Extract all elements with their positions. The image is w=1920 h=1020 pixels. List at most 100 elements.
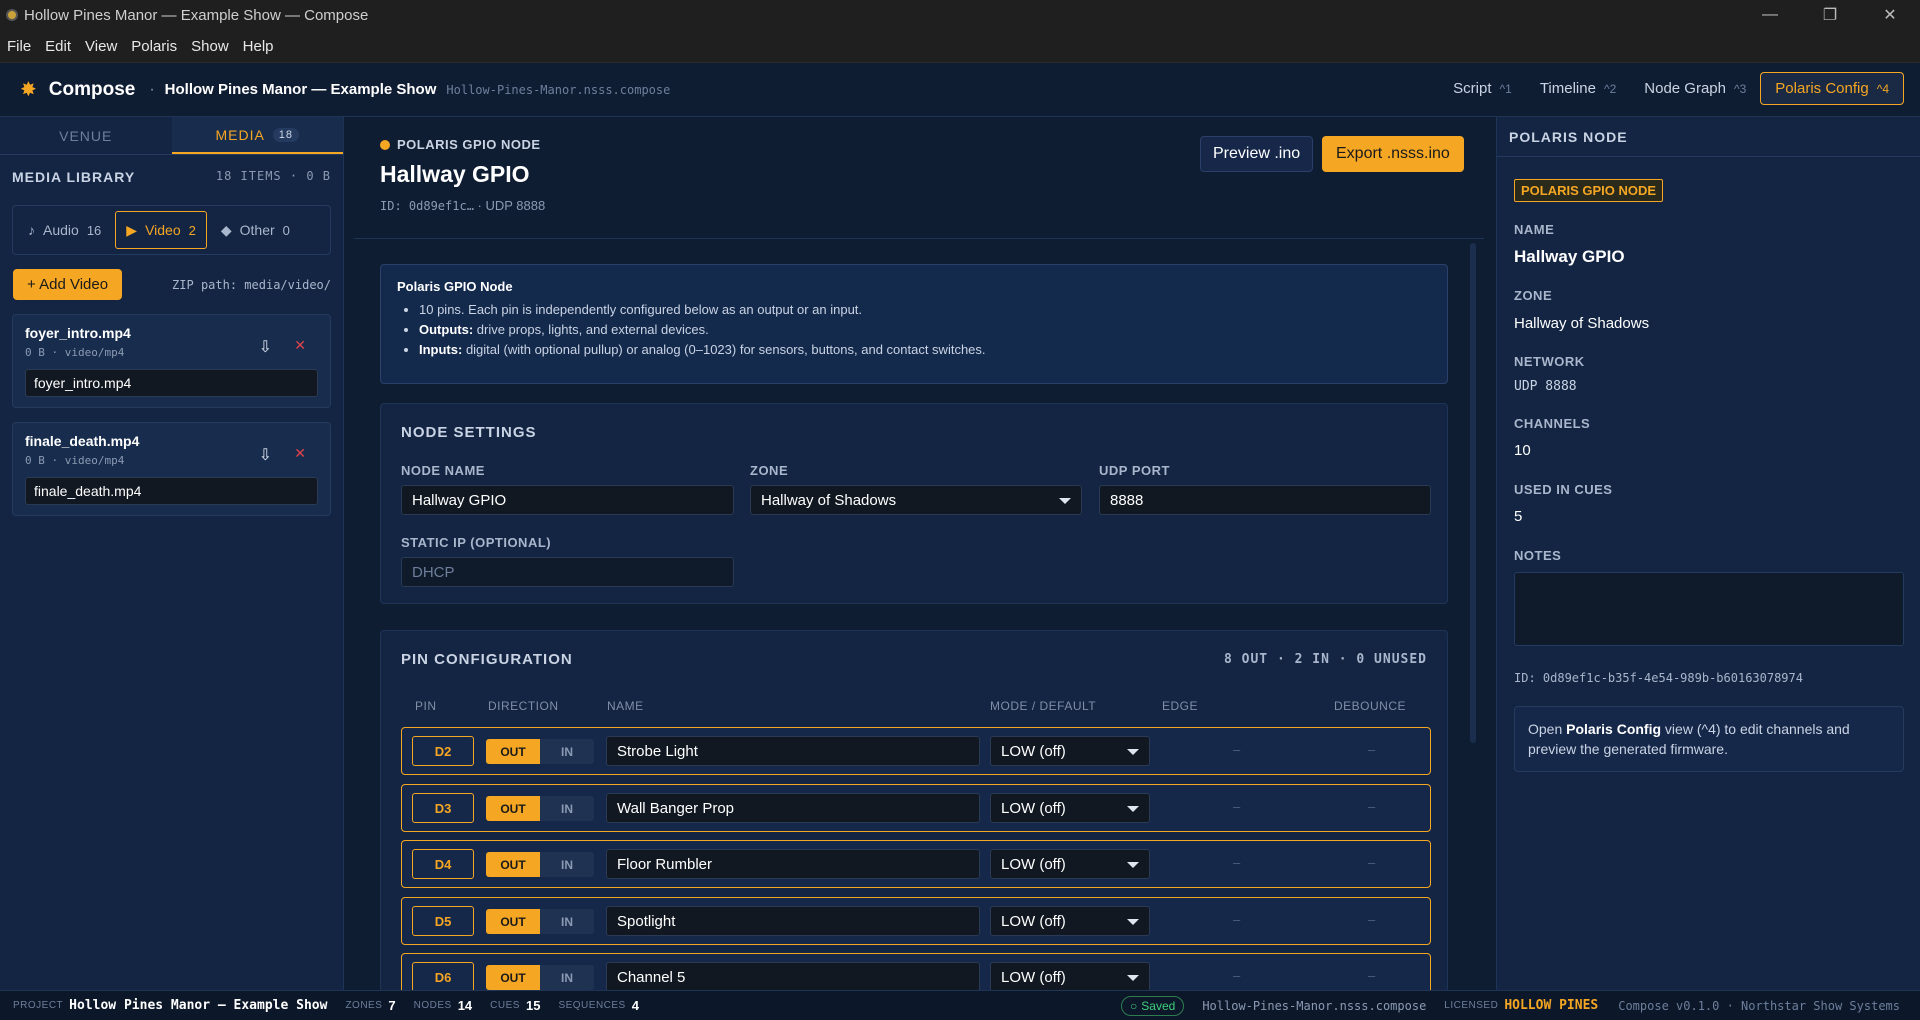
direction-out-button[interactable]: OUT: [486, 796, 540, 821]
node-id-line: ID: 0d89ef1c… · UDP 8888: [380, 198, 545, 213]
inspector-title: POLARIS NODE: [1497, 117, 1920, 157]
field-label: NETWORK: [1514, 354, 1585, 369]
download-icon[interactable]: ⇩: [259, 445, 272, 465]
direction-out-button[interactable]: OUT: [486, 965, 540, 990]
direction-in-button[interactable]: IN: [540, 852, 594, 877]
export-button[interactable]: Export .nsss.ino: [1322, 136, 1464, 172]
node-udp: · UDP 8888: [477, 198, 546, 213]
debounce-value: –: [1368, 799, 1376, 814]
tab-venue[interactable]: VENUE: [0, 117, 172, 154]
play-icon: ▶: [126, 221, 138, 238]
menu-polaris[interactable]: Polaris: [124, 38, 184, 55]
menu-view[interactable]: View: [78, 38, 124, 55]
pin-row: D2 OUT IN Strobe Light LOW (off) – –: [401, 727, 1431, 775]
tab-media[interactable]: MEDIA 18: [171, 117, 343, 154]
menu-help[interactable]: Help: [236, 38, 281, 55]
panel-title: PIN CONFIGURATION: [401, 651, 573, 668]
tab-script[interactable]: Script ^1: [1439, 73, 1526, 104]
menu-file[interactable]: File: [0, 38, 38, 55]
pin-id: D4: [412, 849, 474, 879]
field-label: CHANNELS: [1514, 416, 1591, 431]
pin-mode-value: LOW (off): [1001, 912, 1066, 930]
window-controls: — ❐ ✕: [1740, 0, 1920, 30]
pin-name-input[interactable]: Floor Rumbler: [606, 849, 980, 879]
pin-mode-select[interactable]: LOW (off): [990, 962, 1150, 990]
add-video-button[interactable]: + Add Video: [13, 269, 123, 300]
column-header: PIN: [415, 699, 437, 713]
media-filename-input[interactable]: finale_death.mp4: [25, 477, 318, 505]
show-title: Hollow Pines Manor — Example Show: [164, 81, 437, 98]
pin-mode-select[interactable]: LOW (off): [990, 793, 1150, 823]
pin-mode-value: LOW (off): [1001, 855, 1066, 873]
media-count-badge: 18: [272, 127, 300, 142]
media-item: foyer_intro.mp4 0 B · video/mp4 ⇩ ✕ foye…: [12, 314, 331, 408]
minimize-button[interactable]: —: [1740, 0, 1800, 30]
direction-in-button[interactable]: IN: [540, 909, 594, 934]
direction-in-button[interactable]: IN: [540, 796, 594, 821]
static-ip-input[interactable]: DHCP: [401, 557, 734, 587]
scrollbar[interactable]: [1470, 243, 1476, 743]
status-label: PROJECT: [13, 1000, 64, 1011]
direction-out-button[interactable]: OUT: [486, 852, 540, 877]
notes-textarea[interactable]: [1514, 572, 1904, 646]
filter-count: 0: [282, 222, 290, 238]
pin-id: D2: [412, 736, 474, 766]
tab-polaris-config[interactable]: Polaris Config ^4: [1760, 72, 1904, 105]
pin-row: D6 OUT IN Channel 5 LOW (off) – –: [401, 953, 1431, 990]
column-header: NAME: [607, 699, 644, 713]
status-label: LICENSED: [1444, 1000, 1499, 1011]
debounce-value: –: [1368, 742, 1376, 757]
diamond-icon: ◆: [220, 221, 232, 238]
node-editor: POLARIS GPIO NODE Hallway GPIO ID: 0d89e…: [354, 117, 1484, 990]
download-icon[interactable]: ⇩: [259, 337, 272, 357]
menu-edit[interactable]: Edit: [38, 38, 78, 55]
remove-icon[interactable]: ✕: [294, 445, 306, 462]
pin-mode-select[interactable]: LOW (off): [990, 906, 1150, 936]
media-library-count: 18 ITEMS · 0 B: [215, 169, 331, 183]
close-window-button[interactable]: ✕: [1860, 0, 1920, 30]
filter-other[interactable]: ◆ Other 0: [211, 211, 300, 249]
node-name-input[interactable]: Hallway GPIO: [401, 485, 734, 515]
pin-name-input[interactable]: Spotlight: [606, 906, 980, 936]
edge-value: –: [1233, 912, 1241, 927]
filter-audio[interactable]: ♪ Audio 16: [18, 211, 111, 249]
node-id: ID: 0d89ef1c…: [380, 199, 474, 213]
pin-name-input[interactable]: Wall Banger Prop: [606, 793, 980, 823]
pin-mode-select[interactable]: LOW (off): [990, 849, 1150, 879]
zone-select[interactable]: Hallway of Shadows: [750, 485, 1082, 515]
udp-port-input[interactable]: 8888: [1099, 485, 1431, 515]
field-label: ZONE: [750, 463, 789, 478]
status-project: Hollow Pines Manor — Example Show: [69, 998, 328, 1013]
tab-timeline[interactable]: Timeline ^2: [1526, 73, 1630, 104]
pin-mode-select[interactable]: LOW (off): [990, 736, 1150, 766]
media-item-name: foyer_intro.mp4: [25, 325, 131, 341]
maximize-button[interactable]: ❐: [1800, 0, 1860, 30]
status-sequences: 4: [631, 998, 639, 1013]
direction-out-button[interactable]: OUT: [486, 909, 540, 934]
config-hint: Open Polaris Config view (^4) to edit ch…: [1514, 706, 1904, 772]
media-item-meta: 0 B · video/mp4: [25, 454, 125, 467]
tab-shortcut: ^1: [1499, 81, 1512, 96]
direction-in-button[interactable]: IN: [540, 739, 594, 764]
info-bold: Inputs:: [419, 342, 463, 357]
column-header: MODE / DEFAULT: [990, 699, 1097, 713]
header-separator: ·: [149, 80, 155, 98]
node-type-label: POLARIS GPIO NODE: [397, 137, 541, 152]
debounce-value: –: [1368, 912, 1376, 927]
preview-ino-button[interactable]: Preview .ino: [1200, 136, 1314, 172]
media-filename-input[interactable]: foyer_intro.mp4: [25, 369, 318, 397]
pin-name-input[interactable]: Channel 5: [606, 962, 980, 990]
pin-row: D5 OUT IN Spotlight LOW (off) – –: [401, 897, 1431, 945]
menu-show[interactable]: Show: [184, 38, 236, 55]
debounce-value: –: [1368, 855, 1376, 870]
direction-out-button[interactable]: OUT: [486, 739, 540, 764]
tab-label: Script: [1453, 80, 1492, 97]
status-cues: 15: [525, 998, 541, 1013]
tab-node-graph[interactable]: Node Graph ^3: [1630, 73, 1760, 104]
direction-in-button[interactable]: IN: [540, 965, 594, 990]
node-type-tag: POLARIS GPIO NODE: [380, 137, 541, 152]
filter-video[interactable]: ▶ Video 2: [115, 211, 207, 249]
remove-icon[interactable]: ✕: [294, 337, 306, 354]
tab-shortcut: ^2: [1603, 81, 1617, 96]
pin-name-input[interactable]: Strobe Light: [606, 736, 980, 766]
